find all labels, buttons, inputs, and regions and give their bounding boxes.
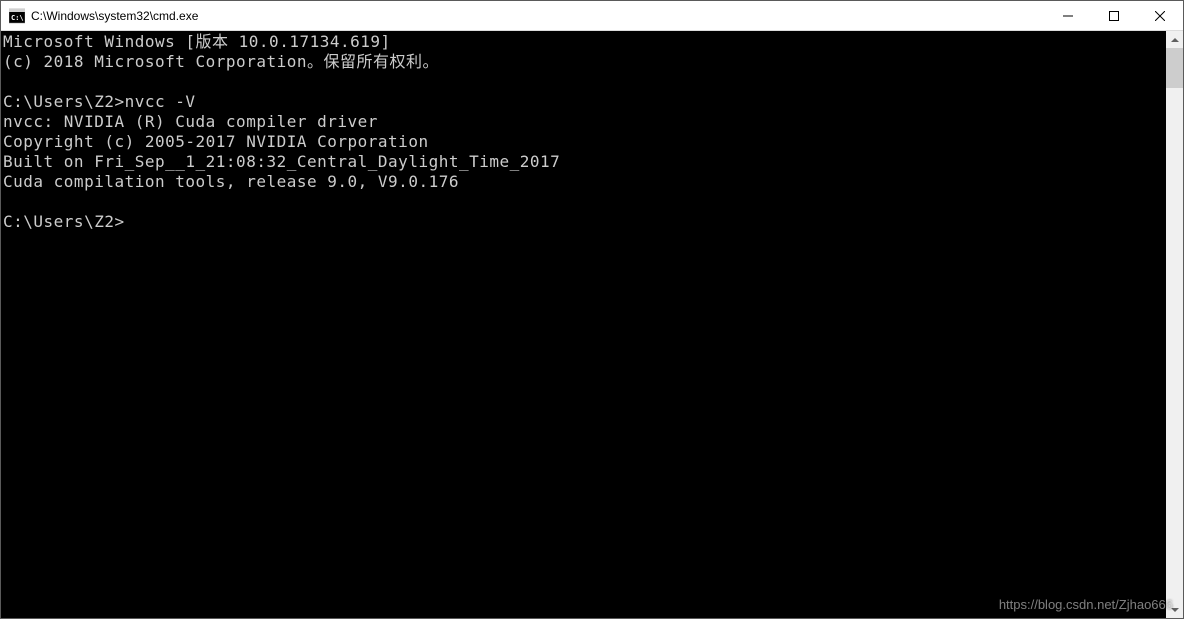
cmd-icon: C:\: [9, 8, 25, 24]
console-area: Microsoft Windows [版本 10.0.17134.619] (c…: [1, 31, 1183, 618]
cmd-window: C:\ C:\Windows\system32\cmd.exe Microsof…: [0, 0, 1184, 619]
window-title: C:\Windows\system32\cmd.exe: [31, 9, 1045, 23]
console-output[interactable]: Microsoft Windows [版本 10.0.17134.619] (c…: [1, 31, 1166, 618]
scroll-up-arrow[interactable]: [1166, 31, 1183, 48]
minimize-button[interactable]: [1045, 1, 1091, 30]
titlebar[interactable]: C:\ C:\Windows\system32\cmd.exe: [1, 1, 1183, 31]
close-button[interactable]: [1137, 1, 1183, 30]
scroll-down-arrow[interactable]: [1166, 601, 1183, 618]
vertical-scrollbar[interactable]: [1166, 31, 1183, 618]
scroll-track[interactable]: [1166, 48, 1183, 601]
window-controls: [1045, 1, 1183, 30]
maximize-button[interactable]: [1091, 1, 1137, 30]
scroll-thumb[interactable]: [1166, 48, 1183, 88]
svg-text:C:\: C:\: [11, 14, 24, 22]
